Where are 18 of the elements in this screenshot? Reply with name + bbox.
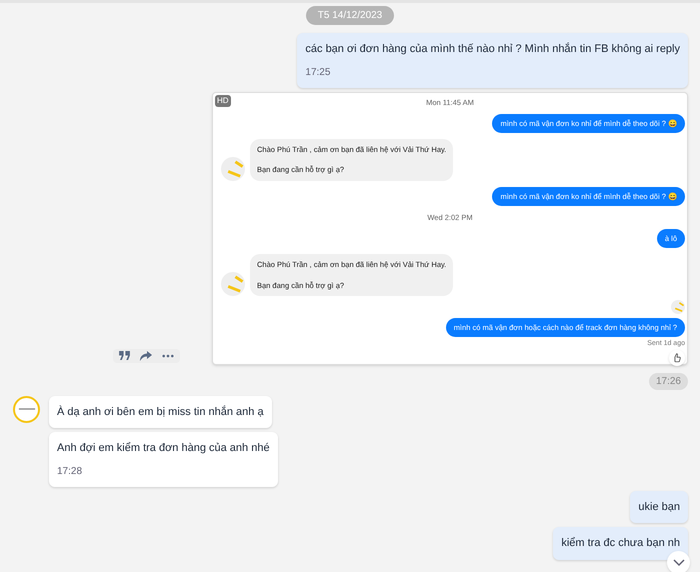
quote-icon[interactable]	[119, 351, 130, 360]
message-bubble: các bạn ơi đơn hàng của mình thế nào nhỉ ? Mình nhắn tin FB không ai reply 17:25	[297, 33, 688, 88]
hd-badge: HD	[215, 94, 231, 106]
message-bubble: À dạ anh ơi bên em bị miss tin nhắn anh ạ	[49, 396, 272, 428]
more-icon[interactable]	[162, 354, 174, 358]
message-bubble: kiểm tra đc chưa bạn nh	[553, 527, 688, 560]
shop-avatar	[671, 300, 685, 314]
date-pill: T5 14/12/2023	[306, 6, 394, 25]
scroll-down-button[interactable]	[667, 551, 690, 572]
time-pill: 17:26	[648, 372, 688, 390]
chevron-down-icon	[672, 558, 684, 566]
message-time: 17:25	[305, 66, 332, 80]
shop-avatar	[221, 156, 245, 180]
shop-avatar	[221, 272, 245, 296]
share-icon[interactable]	[140, 350, 152, 360]
message-bubble: ukie bạn	[630, 490, 688, 523]
message-bubble: Anh đợi em kiểm tra đơn hàng của anh nhé 17:28	[49, 432, 278, 486]
message-time: 17:28	[57, 464, 84, 478]
